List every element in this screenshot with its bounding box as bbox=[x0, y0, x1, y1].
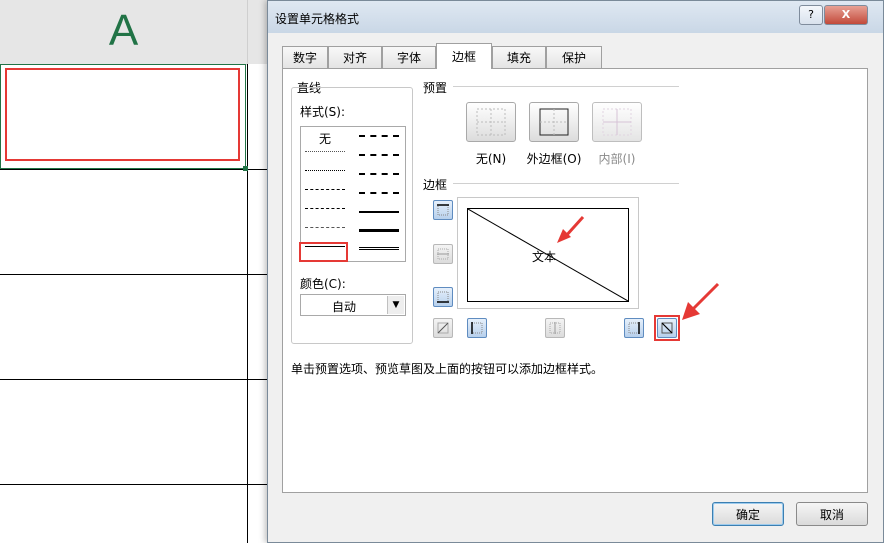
dialog-title: 设置单元格格式 bbox=[275, 12, 360, 26]
preset-outline-icon bbox=[539, 108, 569, 136]
annotation-arrow-icon bbox=[557, 215, 585, 243]
line-style-highlight-box bbox=[299, 242, 348, 262]
help-button[interactable]: ? bbox=[799, 5, 823, 25]
preset-none-button[interactable] bbox=[466, 102, 516, 142]
line-style-medium-dashed[interactable] bbox=[359, 192, 399, 194]
hint-text: 单击预置选项、预览草图及上面的按钮可以添加边框样式。 bbox=[291, 362, 604, 376]
annotation-arrow-icon bbox=[682, 282, 720, 320]
border-bottom-button[interactable] bbox=[433, 287, 453, 307]
color-value: 自动 bbox=[331, 300, 356, 314]
line-style-hair[interactable] bbox=[305, 151, 345, 152]
line-style-none[interactable]: 无 bbox=[319, 130, 331, 147]
border-inside-horizontal-icon bbox=[437, 248, 449, 260]
line-style-medium[interactable] bbox=[359, 211, 399, 213]
diagonal-button-highlight-box bbox=[654, 315, 680, 341]
tab-number[interactable]: 数字 bbox=[282, 46, 328, 68]
preset-inside-label: 内部(I) bbox=[598, 152, 636, 166]
line-style-slant-dash-dot[interactable] bbox=[359, 154, 399, 156]
line-style-double[interactable] bbox=[359, 247, 399, 250]
border-inside-vertical-icon bbox=[549, 322, 561, 334]
dialog-titlebar[interactable]: 设置单元格格式 ? X bbox=[268, 1, 883, 33]
border-diagonal-up-icon bbox=[437, 322, 449, 334]
format-cells-dialog: 设置单元格格式 ? X 数字 对齐 字体 边框 填充 保护 直线 样式(S): … bbox=[267, 0, 884, 543]
style-label: 样式(S): bbox=[300, 105, 346, 119]
ok-button[interactable]: 确定 bbox=[712, 502, 784, 526]
preview-text: 文本 bbox=[532, 250, 557, 264]
border-right-icon bbox=[628, 322, 640, 334]
border-divider bbox=[453, 183, 679, 184]
line-style-medium-dash-dot-dot[interactable] bbox=[359, 135, 399, 137]
border-left-button[interactable] bbox=[467, 318, 487, 338]
border-title: 边框 bbox=[423, 178, 448, 192]
tab-border[interactable]: 边框 bbox=[436, 43, 492, 69]
border-top-button[interactable] bbox=[433, 200, 453, 220]
border-diagonal-up-button[interactable] bbox=[433, 318, 453, 338]
column-header-a-label: A bbox=[108, 6, 139, 55]
tab-fill[interactable]: 填充 bbox=[492, 46, 546, 68]
fill-handle[interactable] bbox=[243, 166, 248, 171]
tab-alignment[interactable]: 对齐 bbox=[328, 46, 382, 68]
preset-outline-button[interactable] bbox=[529, 102, 579, 142]
preset-inside-icon bbox=[602, 108, 632, 136]
close-button[interactable]: X bbox=[824, 5, 868, 25]
preview-cell[interactable]: 文本 bbox=[467, 208, 629, 302]
border-bottom-icon bbox=[437, 291, 449, 303]
column-header-a[interactable]: A bbox=[0, 0, 248, 65]
border-inside-horizontal-button[interactable] bbox=[433, 244, 453, 264]
border-inside-vertical-button[interactable] bbox=[545, 318, 565, 338]
preset-title: 预置 bbox=[423, 81, 448, 95]
line-style-dash-dot-dot[interactable] bbox=[305, 189, 345, 190]
line-style-medium-dash-dot[interactable] bbox=[359, 173, 399, 175]
border-preview[interactable]: 文本 bbox=[457, 197, 639, 309]
line-style-dash-dot[interactable] bbox=[305, 208, 345, 209]
chevron-down-icon[interactable]: ▼ bbox=[387, 296, 404, 314]
cell-highlight-box bbox=[5, 68, 240, 161]
border-right-button[interactable] bbox=[624, 318, 644, 338]
tab-protection[interactable]: 保护 bbox=[546, 46, 602, 68]
column-border bbox=[247, 64, 248, 543]
border-left-icon bbox=[471, 322, 483, 334]
line-style-dotted[interactable] bbox=[305, 170, 345, 171]
cancel-button[interactable]: 取消 bbox=[796, 502, 868, 526]
tab-font[interactable]: 字体 bbox=[382, 46, 436, 68]
border-top-icon bbox=[437, 204, 449, 216]
preset-none-icon bbox=[476, 108, 506, 136]
color-label: 颜色(C): bbox=[300, 277, 346, 291]
color-dropdown[interactable]: 自动 ▼ bbox=[300, 294, 406, 316]
line-style-thick[interactable] bbox=[359, 229, 399, 232]
preset-inside-button[interactable] bbox=[592, 102, 642, 142]
line-style-dashed[interactable] bbox=[305, 227, 345, 228]
preset-divider bbox=[453, 86, 679, 87]
line-group: 样式(S): 无 颜色(C): 自动 ▼ bbox=[291, 87, 413, 344]
border-tab-panel: 直线 样式(S): 无 颜色(C): 自动 ▼ 预置 无(N) 外边框(O) 内… bbox=[282, 68, 868, 493]
